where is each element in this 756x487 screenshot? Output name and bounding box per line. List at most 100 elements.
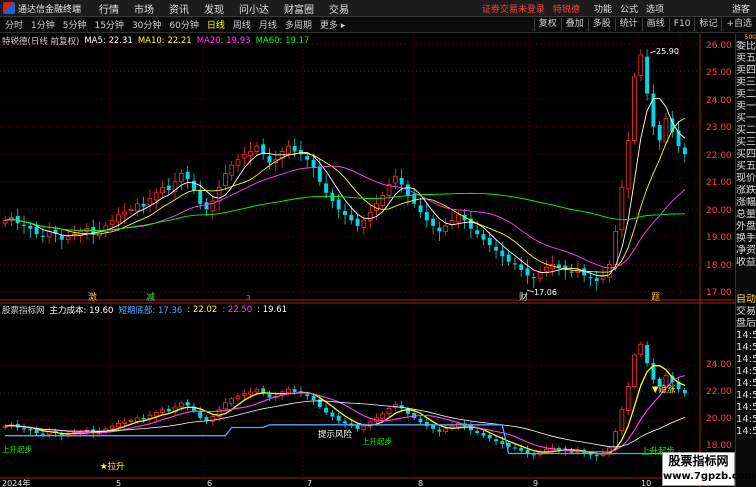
marker-label[interactable]: з	[246, 293, 251, 303]
adjust-button[interactable]: 复权	[533, 18, 561, 31]
candle-body	[437, 429, 442, 432]
candle-body	[500, 441, 505, 444]
candle-body	[619, 409, 625, 432]
draw-line-button[interactable]: 画线	[641, 18, 669, 31]
candle-body	[116, 422, 121, 428]
period-tab-15min[interactable]: 15分钟	[94, 18, 123, 31]
date-label: 10	[641, 479, 651, 487]
candle-body	[557, 264, 561, 268]
candle-body	[185, 171, 190, 180]
sub-axis-label: 22.00	[706, 387, 732, 397]
main-grid	[0, 34, 700, 478]
marker-label[interactable]: 减	[146, 291, 155, 303]
menu-item-trade[interactable]: 交易	[329, 1, 349, 16]
menu-function[interactable]: 功能	[594, 2, 612, 15]
add-favorite-button[interactable]: +自选	[721, 18, 756, 31]
candle-body	[305, 155, 310, 160]
candle-body	[487, 434, 492, 439]
candle-body	[204, 417, 209, 421]
trade-login-warning[interactable]: 证券交易未登录	[482, 2, 545, 15]
side-item: 买四	[736, 149, 756, 160]
candle-body	[625, 140, 631, 190]
main-axis-label: 25.00	[706, 68, 732, 78]
f10-button[interactable]: F10	[668, 18, 695, 31]
guest-login[interactable]: 游客	[732, 2, 750, 15]
candle-body	[223, 173, 228, 187]
menu-item-wealth[interactable]: 财富圈	[284, 1, 314, 16]
side-item: 涨跌	[736, 185, 756, 196]
side-item: 卖一	[736, 101, 756, 112]
current-stock-name: 特锐德	[552, 5, 580, 15]
candle-body	[2, 219, 8, 224]
period-tab-60min[interactable]: 60分钟	[169, 18, 198, 31]
candle-body	[512, 263, 517, 265]
candle-body	[160, 186, 165, 194]
side-item: 14:50	[736, 342, 756, 353]
side-item: 涨幅	[736, 197, 756, 208]
candle-body	[682, 390, 687, 394]
side-item: 净资	[736, 245, 756, 256]
low-price-label: 17.06	[534, 288, 557, 297]
candle-body	[531, 454, 536, 456]
menu-item-market[interactable]: 行情	[99, 1, 119, 16]
marker-label[interactable]: 财	[519, 291, 528, 303]
period-tab-30min[interactable]: 30分钟	[132, 18, 161, 31]
multi-stock-button[interactable]: 多股	[587, 18, 615, 31]
quote-side-panel[interactable]: 500 委比 卖五 卖四 卖三 卖二 卖一 买一 买二 买三 买四 买五 现价 …	[735, 34, 756, 487]
candle-body	[619, 186, 625, 231]
menu-item-news[interactable]: 资讯	[169, 1, 189, 16]
candle-body	[481, 234, 486, 240]
menu-item-exchange[interactable]: 市场	[134, 1, 154, 16]
toolbar-right: 复权 叠加 多股 统计 画线 F10 标记 +自选	[533, 17, 756, 32]
menu-item-discover[interactable]: 发现	[204, 1, 224, 16]
overlay-button[interactable]: 叠加	[560, 18, 588, 31]
period-tab-daily[interactable]: 日线	[207, 18, 225, 31]
side-item: 卖二	[736, 89, 756, 100]
candle-body	[475, 230, 480, 235]
marker-label[interactable]: 题	[651, 292, 660, 303]
candle-body	[248, 151, 253, 157]
period-toolbar: 分时 1分钟 5分钟 15分钟 30分钟 60分钟 日线 周线 月线 多周期 更…	[0, 17, 756, 33]
candle-body	[185, 402, 190, 406]
side-top-label: 500	[744, 34, 756, 41]
candle-body	[544, 448, 549, 452]
side-item: 14:50	[736, 354, 756, 365]
date-label: 9	[533, 479, 538, 487]
indicator-fast-line	[5, 365, 686, 455]
candle-body	[355, 218, 360, 226]
candle-body	[380, 413, 386, 420]
statistics-button[interactable]: 统计	[614, 18, 642, 31]
period-tab-more[interactable]: 更多 ▸	[320, 18, 345, 31]
candle-body	[179, 402, 184, 408]
side-item: 买一	[736, 113, 756, 124]
watermark-line1: 股票指标网	[668, 454, 729, 468]
period-tab-1min[interactable]: 1分钟	[31, 18, 55, 31]
period-tab-minute[interactable]: 分时	[5, 18, 23, 31]
mark-button[interactable]: 标记	[694, 18, 721, 31]
period-tab-multi[interactable]: 多周期	[285, 18, 312, 31]
period-tab-weekly[interactable]: 周线	[233, 18, 251, 31]
candle-body	[198, 190, 203, 204]
candle-body	[494, 246, 498, 251]
candle-body	[22, 428, 26, 430]
candle-body	[248, 391, 253, 395]
candle-body	[34, 226, 39, 235]
side-item: 14:50	[736, 330, 756, 341]
candle-body	[241, 153, 247, 159]
kline-chart[interactable]: 26.00 25.00 24.00 23.00 22.00 21.00 20.0…	[0, 34, 735, 487]
candle-body	[40, 433, 45, 435]
side-item[interactable]: 自动	[736, 294, 756, 306]
candle-body	[305, 394, 310, 397]
period-tab-5min[interactable]: 5分钟	[63, 18, 87, 31]
sub-candles	[2, 341, 687, 461]
candle-body	[512, 447, 517, 449]
candle-body	[594, 454, 599, 457]
side-item: 卖四	[736, 65, 756, 76]
sub-axis-label: 20.00	[706, 414, 732, 424]
menu-formula[interactable]: 公式	[620, 2, 638, 15]
menu-item-ask[interactable]: 问小达	[239, 1, 269, 16]
menu-options[interactable]: 选项	[646, 2, 664, 15]
period-tab-monthly[interactable]: 月线	[259, 18, 277, 31]
candle-body	[412, 413, 417, 418]
marker-label[interactable]: 激	[88, 291, 97, 303]
